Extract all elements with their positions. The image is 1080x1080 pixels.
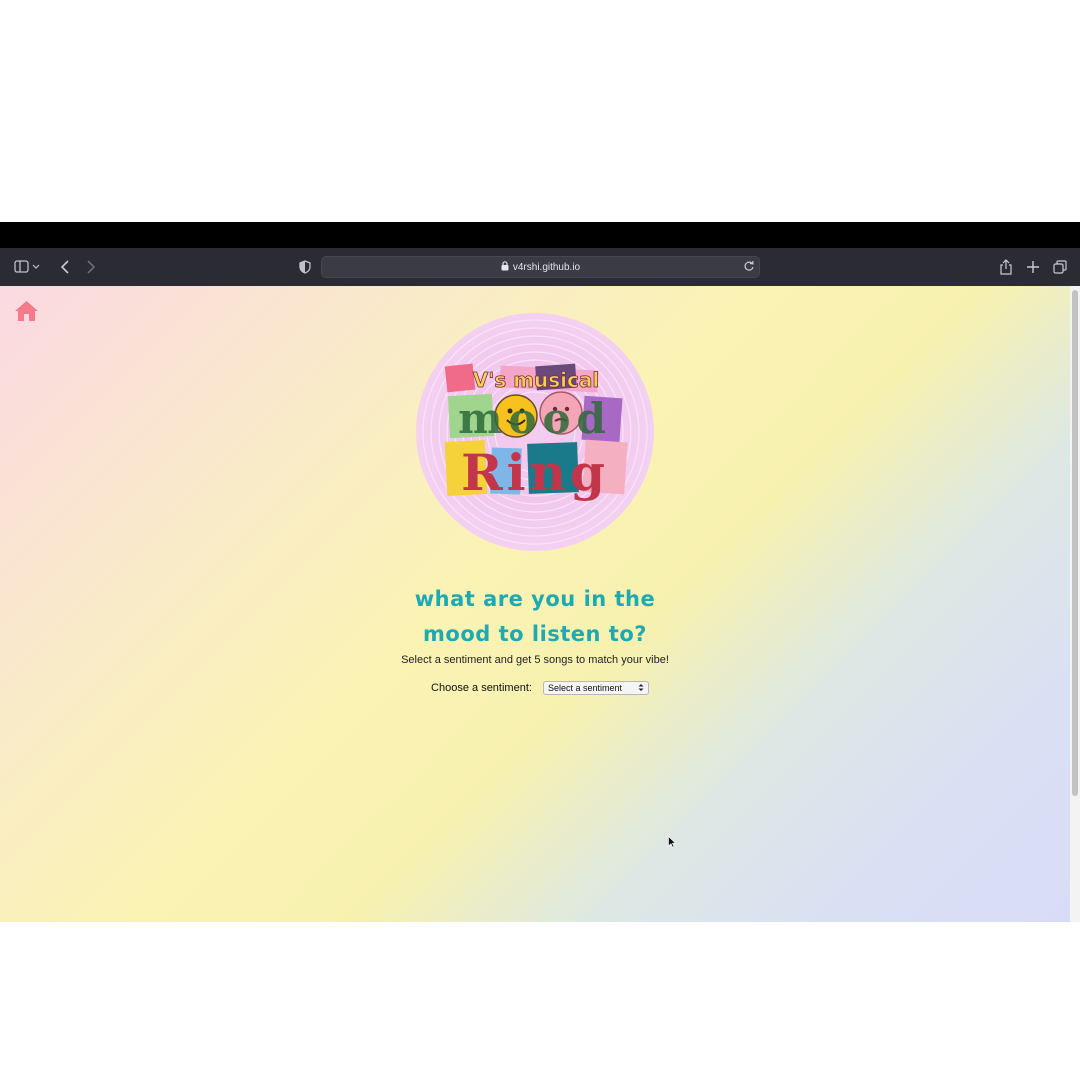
url-text: v4rshi.github.io [512, 261, 581, 273]
logo-line1: V's musical [473, 368, 600, 392]
page-heading: what are you in the mood to listen to? [335, 582, 735, 652]
page-viewport: V's musical mood Ring what are you in th… [0, 286, 1070, 922]
home-icon[interactable] [14, 300, 39, 322]
vertical-scrollbar[interactable] [1070, 286, 1080, 922]
scrollbar-thumb[interactable] [1072, 290, 1078, 796]
sidebar-icon[interactable] [14, 258, 40, 276]
top-bezel [0, 222, 1080, 248]
sentiment-select[interactable]: Select a sentiment [542, 681, 649, 695]
sentiment-row: Choose a sentiment: Select a sentiment [380, 681, 700, 695]
lock-icon [501, 260, 509, 274]
sentiment-select-value: Select a sentiment [547, 683, 622, 693]
mouse-cursor-icon [668, 835, 677, 853]
browser-toolbar: v4rshi.github.io [0, 248, 1080, 287]
plus-icon[interactable] [1025, 258, 1041, 276]
share-icon[interactable] [998, 258, 1014, 276]
reload-icon[interactable] [743, 259, 755, 276]
heading-line-1: what are you in the [414, 587, 656, 611]
sentiment-label: Choose a sentiment: [431, 682, 532, 694]
select-arrows-icon [638, 683, 644, 694]
tabs-overview-icon[interactable] [1052, 258, 1068, 276]
mood-ring-logo: V's musical mood Ring [416, 313, 654, 551]
browser-window: v4rshi.github.io V's musical mood Ring w… [0, 222, 1080, 922]
logo-line2: mood [458, 394, 612, 443]
chevron-right-icon[interactable] [84, 258, 98, 276]
logo-line3: Ring [461, 443, 609, 502]
page-subtitle: Select a sentiment and get 5 songs to ma… [401, 654, 669, 666]
chevron-left-icon[interactable] [58, 258, 72, 276]
heading-line-2: mood to listen to? [423, 622, 647, 646]
address-bar[interactable]: v4rshi.github.io [321, 256, 760, 278]
shield-icon[interactable] [298, 258, 312, 276]
